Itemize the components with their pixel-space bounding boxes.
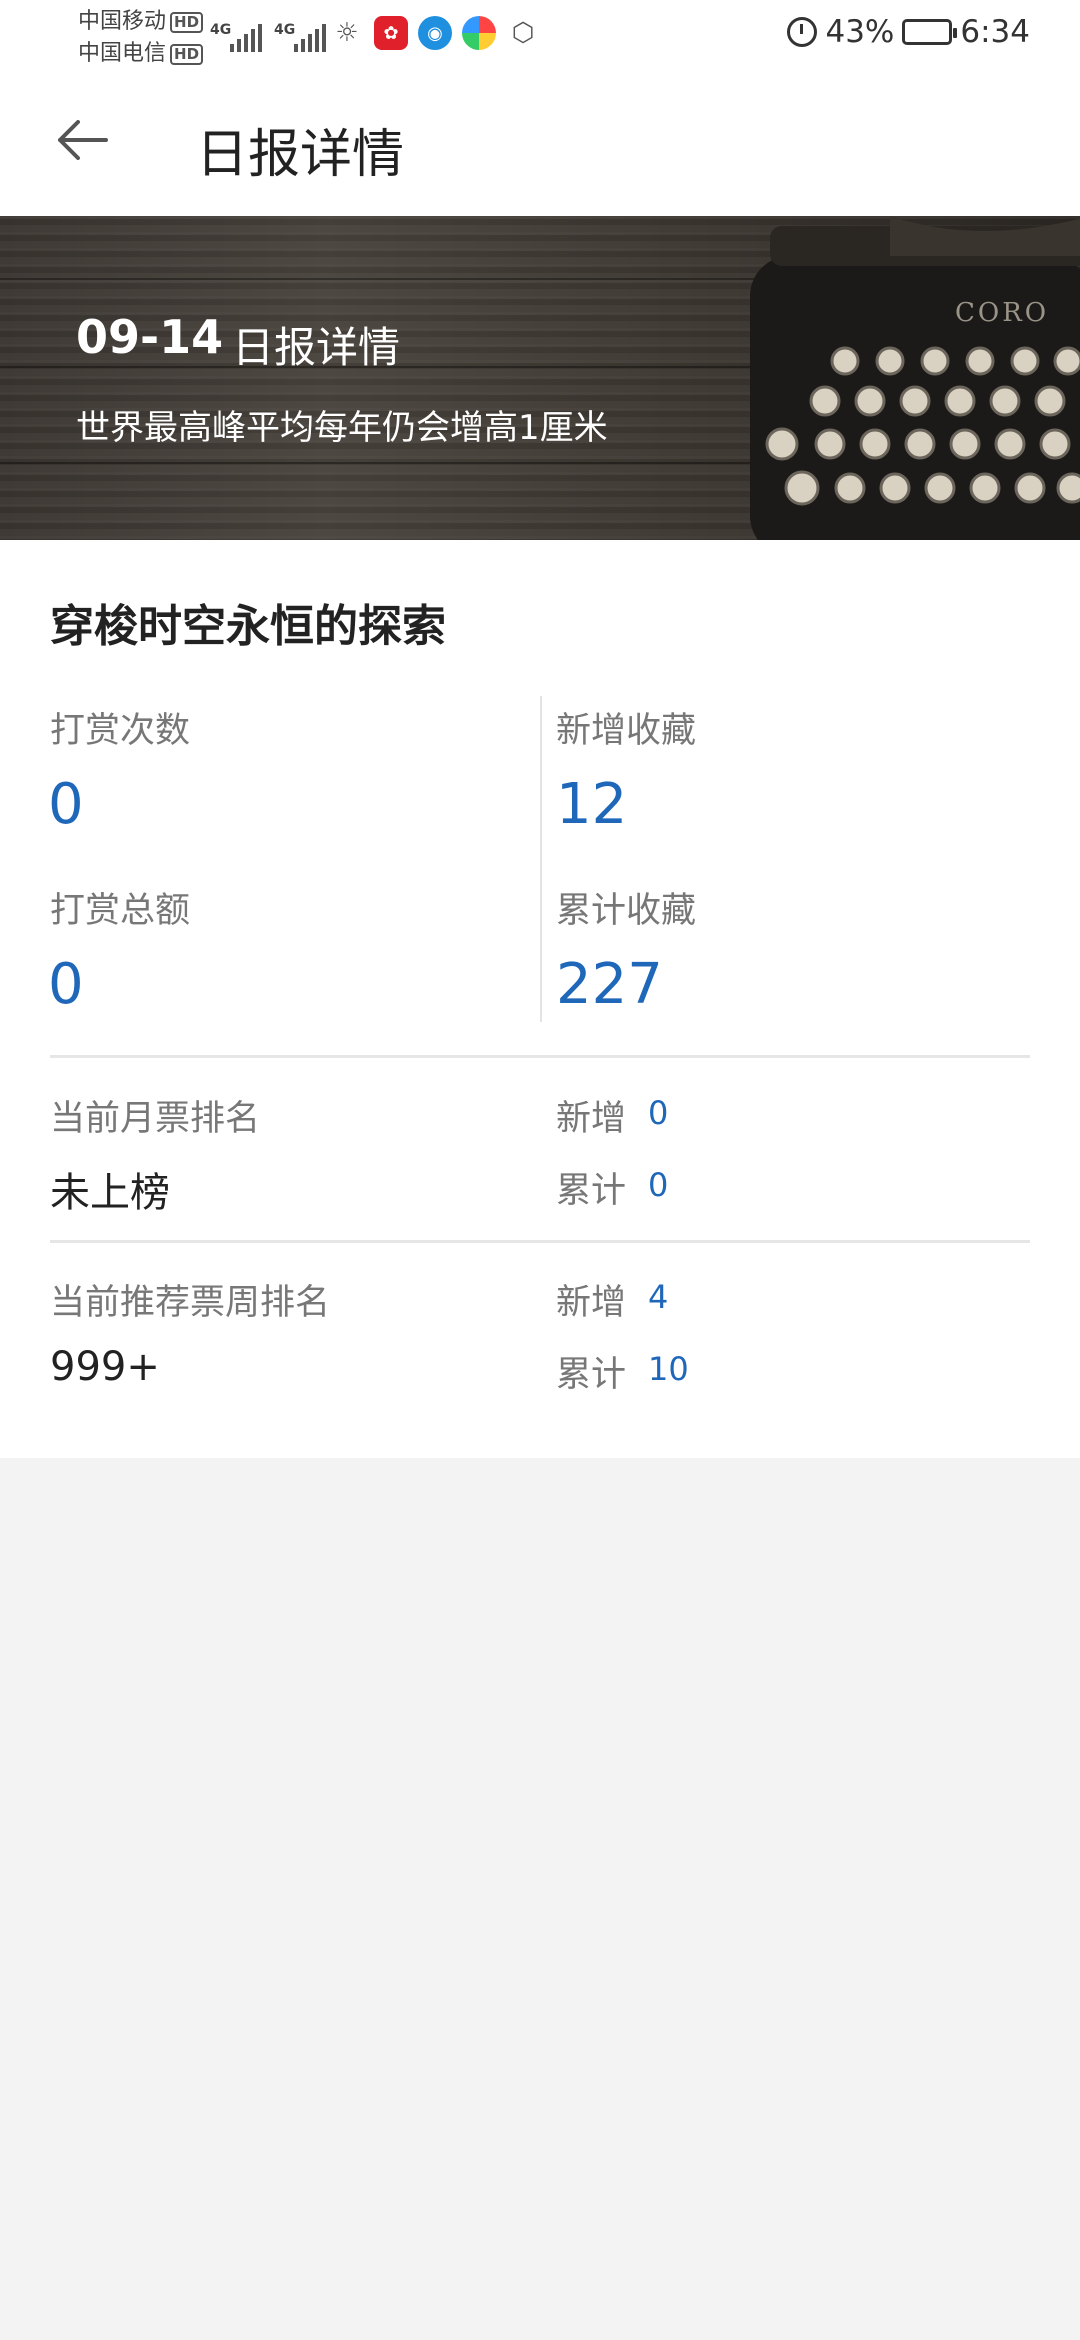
recommend-ticket-total-label: 累计 <box>556 1355 627 1395</box>
signal-icon: 4G <box>274 22 326 52</box>
carrier-info: 中国移动 HD 中国电信 HD <box>78 6 208 70</box>
tip-total-label: 打赏总额 <box>50 891 191 931</box>
monthly-ticket-total-value: 0 <box>648 1166 669 1204</box>
status-right: 43% 6:34 <box>787 14 1030 50</box>
recommend-ticket-rank-label: 当前推荐票周排名 <box>50 1283 331 1323</box>
recommend-ticket-new-label: 新增 <box>556 1283 627 1323</box>
globe-app-icon: ◉ <box>418 16 452 50</box>
report-banner: CORO 09-14 日报详情 世界最高峰平均每年仍会增高1厘米 <box>0 216 1080 540</box>
battery-icon <box>902 19 958 45</box>
page-title: 日报详情 <box>196 125 405 185</box>
section-divider <box>50 1055 1030 1058</box>
new-favorites-label: 新增收藏 <box>556 711 697 751</box>
tip-total-value: 0 <box>48 952 84 1017</box>
total-favorites-label: 累计收藏 <box>556 891 697 931</box>
gift-app-icon: ✿ <box>374 16 408 50</box>
arrow-left-icon <box>58 120 108 160</box>
signal-indicators: 4G 4G <box>210 16 326 52</box>
banner-subtitle: 世界最高峰平均每年仍会增高1厘米 <box>76 408 608 448</box>
recommend-ticket-rank-value: 999+ <box>50 1344 160 1390</box>
banner-title: 日报详情 <box>232 323 401 372</box>
tip-count-value: 0 <box>48 772 84 837</box>
section-divider <box>50 1240 1030 1243</box>
status-bar: 中国移动 HD 中国电信 HD 4G 4G ☼ ✿ ◉ ⬡ 43% 6:34 <box>0 0 1080 72</box>
banner-date: 09-14 <box>76 310 224 364</box>
hd-icon: HD <box>170 43 204 65</box>
monthly-ticket-rank-label: 当前月票排名 <box>50 1099 261 1139</box>
monthly-ticket-rank-value: 未上榜 <box>50 1170 170 1216</box>
hd-icon: HD <box>170 11 204 33</box>
signal-icon: 4G <box>210 22 262 52</box>
back-button[interactable] <box>52 110 112 170</box>
carrier-2: 中国电信 <box>78 41 167 66</box>
monthly-ticket-total-label: 累计 <box>556 1171 627 1211</box>
new-favorites-value: 12 <box>556 772 628 837</box>
recommend-ticket-total-value: 10 <box>648 1350 689 1388</box>
monthly-ticket-new-label: 新增 <box>556 1099 627 1139</box>
total-favorites-value: 227 <box>556 952 663 1017</box>
vertical-divider <box>540 696 542 1022</box>
battery-percent: 43% <box>825 14 895 50</box>
stats-card: 穿梭时空永恒的探索 打赏次数 0 新增收藏 12 打赏总额 0 累计收藏 227… <box>0 540 1080 1458</box>
notification-icons: ☼ ✿ ◉ ⬡ <box>330 16 540 50</box>
recommend-ticket-new-value: 4 <box>648 1278 669 1316</box>
squirrel-app-icon: ☼ <box>330 16 364 50</box>
carrier-1: 中国移动 <box>78 9 167 34</box>
book-title: 穿梭时空永恒的探索 <box>50 601 446 652</box>
svg-text:CORO: CORO <box>955 298 1049 328</box>
alarm-icon <box>787 17 818 47</box>
app-header: 日报详情 <box>0 72 1080 216</box>
tip-count-label: 打赏次数 <box>50 711 191 751</box>
monthly-ticket-new-value: 0 <box>648 1094 669 1132</box>
colorful-app-icon <box>462 16 496 50</box>
typewriter-image: CORO <box>750 216 1080 540</box>
hand-app-icon: ⬡ <box>506 16 540 50</box>
clock-time: 6:34 <box>960 14 1030 50</box>
